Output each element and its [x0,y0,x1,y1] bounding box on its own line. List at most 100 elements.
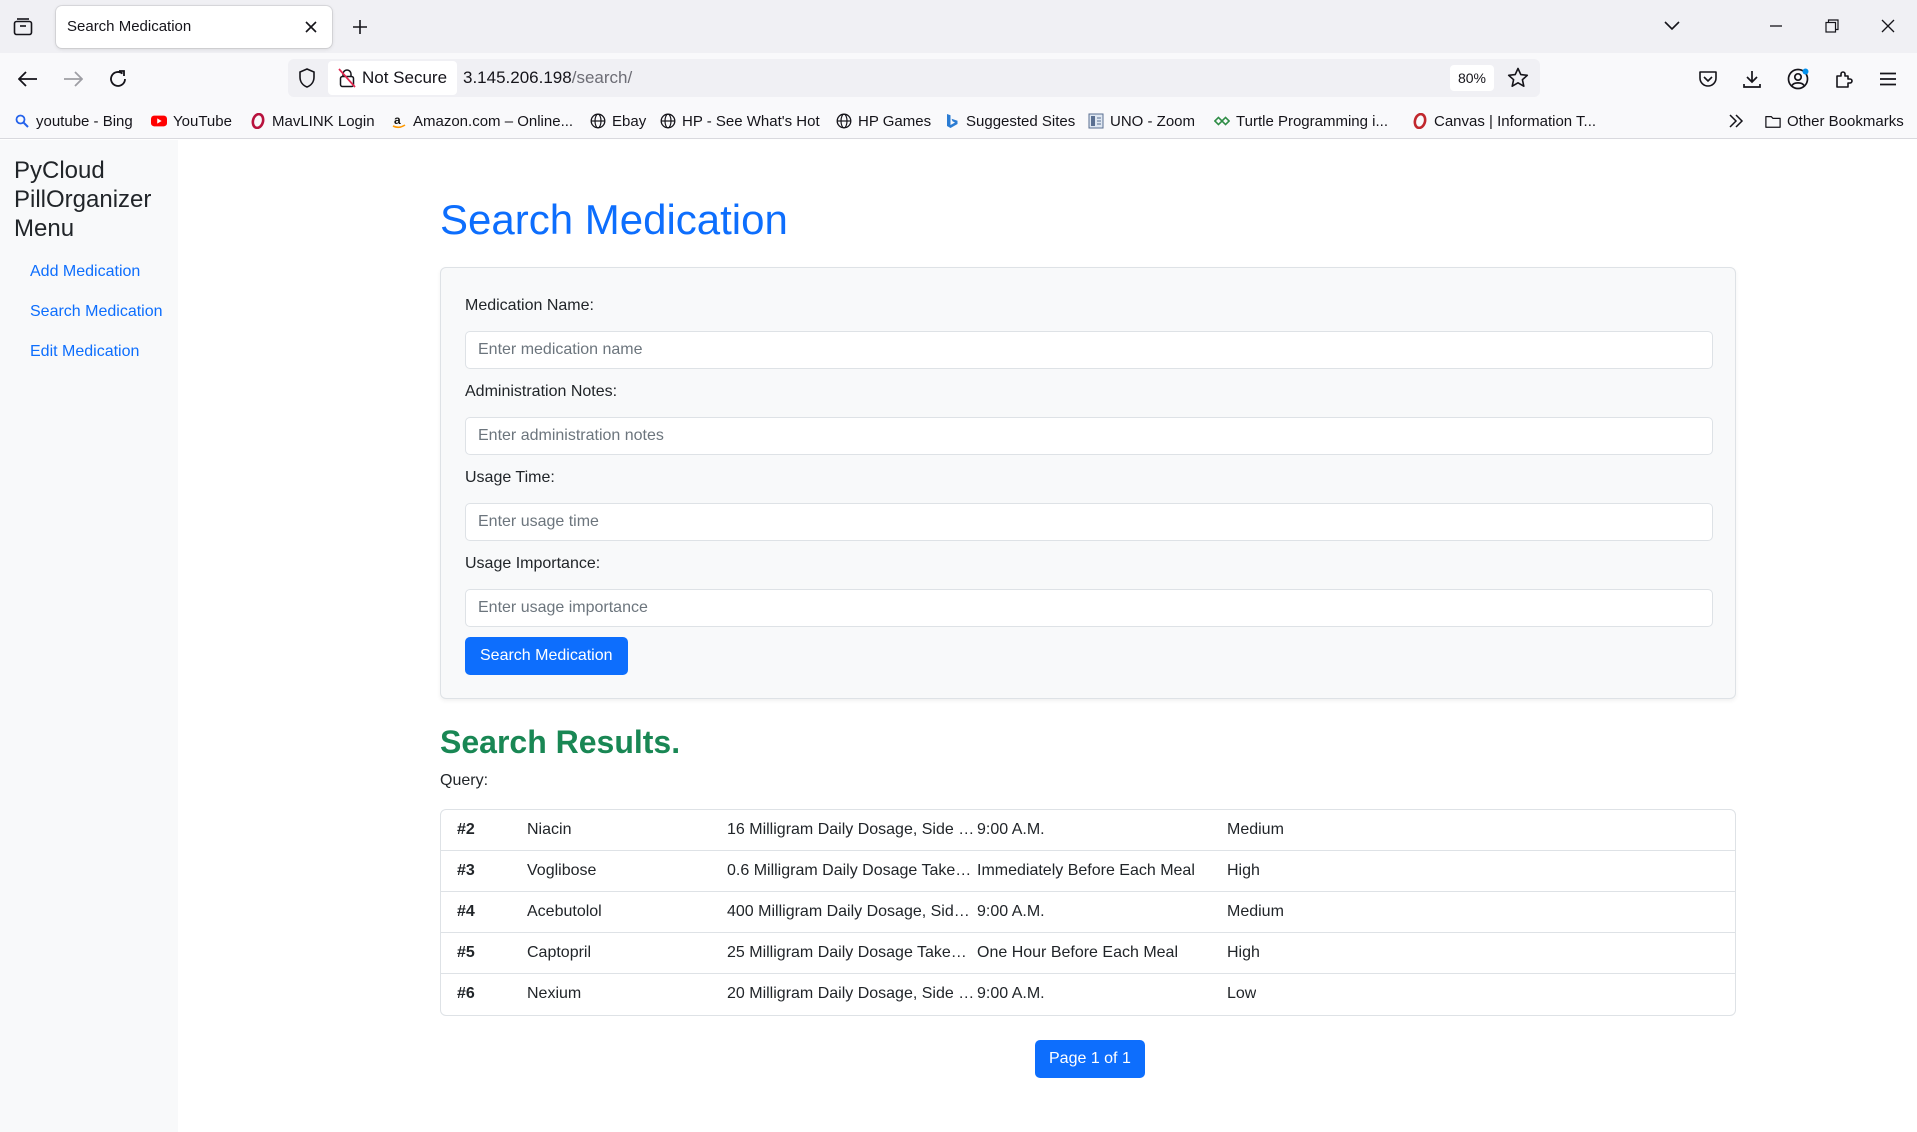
bookmark-ebay[interactable]: Ebay [590,111,646,131]
sidebar: PyCloud PillOrganizer Menu Add Medicatio… [0,140,178,1132]
search-medication-button[interactable]: Search Medication [465,637,628,675]
tab-bar: Search Medication [0,0,1917,53]
minimize-button[interactable] [1762,12,1790,40]
sidebar-link-edit-medication[interactable]: Edit Medication [30,340,170,364]
administration-notes-label: Administration Notes: [465,383,618,400]
url-text[interactable]: 3.145.206.198/search/ [463,68,632,88]
usage-time-group: Usage Time: Enter usage time [465,469,1713,541]
sidebar-link-search-medication[interactable]: Search Medication [30,300,170,324]
table-row[interactable]: #3 Voglibose 0.6 Milligram Daily Dosage … [441,851,1735,892]
chevron-down-icon [1664,21,1680,31]
back-button[interactable] [13,64,43,94]
reload-button[interactable] [103,64,133,94]
usage-importance-label: Usage Importance: [465,555,601,572]
sidebar-brand: PyCloud PillOrganizer Menu [14,157,152,242]
usage-importance-input[interactable]: Enter usage importance [465,589,1713,627]
pagination-button[interactable]: Page 1 of 1 [1035,1040,1145,1078]
shield-icon[interactable] [296,67,318,89]
table-row[interactable]: #5 Captopril 25 Milligram Daily Dosage T… [441,933,1735,974]
sidebar-link-add-medication[interactable]: Add Medication [30,260,170,284]
security-indicator[interactable]: Not Secure [328,61,458,95]
account-button[interactable] [1784,65,1812,93]
turtle-icon [1214,116,1230,126]
extensions-button[interactable] [1830,65,1858,93]
bing-search-icon [15,114,29,128]
bookmark-star-icon[interactable] [1506,66,1530,90]
tab-close-button[interactable] [300,16,322,38]
bookmark-youtube-bing[interactable]: youtube - Bing [14,111,133,131]
app-menu-button[interactable] [1874,65,1902,93]
bookmark-uno-zoom[interactable]: UNO - Zoom [1088,111,1195,131]
row-time: Immediately Before Each Meal [977,862,1195,879]
downloads-button[interactable] [1738,65,1766,93]
row-importance: High [1227,944,1260,961]
administration-notes-input[interactable]: Enter administration notes [465,417,1713,455]
usage-importance-group: Usage Importance: Enter usage importance [465,555,1713,627]
arrow-right-icon [64,71,83,87]
row-name: Acebutolol [527,903,602,920]
bookmark-turtle-programming[interactable]: Turtle Programming i... [1214,111,1388,131]
bing-icon [947,114,958,128]
bookmark-label: Suggested Sites [966,112,1076,130]
zoom-indicator[interactable]: 80% [1450,65,1494,91]
uno-icon [1088,113,1104,129]
bookmark-hp-games[interactable]: HP Games [836,111,931,131]
bookmark-suggested-sites[interactable]: Suggested Sites [944,111,1075,131]
results-list: #2 Niacin 16 Milligram Daily Dosage, Sid… [440,809,1736,1016]
other-bookmarks-label: Other Bookmarks [1787,112,1904,130]
usage-time-input[interactable]: Enter usage time [465,503,1713,541]
plus-icon [353,20,367,34]
row-id: #3 [457,862,475,879]
tab-list-button[interactable] [10,14,36,40]
other-bookmarks[interactable]: Other Bookmarks [1765,111,1904,131]
list-all-tabs-button[interactable] [1658,12,1686,40]
restore-icon [1825,19,1839,33]
row-id: #6 [457,985,475,1002]
mavlink-icon [251,113,265,129]
close-window-button[interactable] [1874,12,1902,40]
row-name: Nexium [527,985,582,1002]
active-tab[interactable]: Search Medication [56,6,332,48]
medication-name-label: Medication Name: [465,297,594,314]
new-tab-button[interactable] [346,13,374,41]
bookmark-canvas[interactable]: Canvas | Information T... [1412,111,1596,131]
url-host: 3.145.206.198 [463,68,572,87]
table-row[interactable]: #2 Niacin 16 Milligram Daily Dosage, Sid… [441,810,1735,851]
row-name: Voglibose [527,862,597,879]
medication-name-input[interactable]: Enter medication name [465,331,1713,369]
bookmark-label: Ebay [612,112,647,130]
row-id: #2 [457,821,475,838]
security-label: Not Secure [362,68,448,87]
medication-name-group: Medication Name: Enter medication name [465,297,1713,369]
row-importance: Low [1227,985,1257,1002]
close-icon [1881,19,1895,33]
arrow-left-icon [18,71,37,87]
row-time: One Hour Before Each Meal [977,944,1178,961]
restore-button[interactable] [1818,12,1846,40]
bookmark-youtube[interactable]: YouTube [151,111,232,131]
pocket-button[interactable] [1694,65,1722,93]
url-bar[interactable]: Not Secure 3.145.206.198/search/ 80% [288,59,1540,97]
row-importance: Medium [1227,821,1284,838]
bookmark-amazon[interactable]: a Amazon.com – Online... [391,111,573,131]
account-icon [1787,68,1809,90]
bookmark-hp-hot[interactable]: HP - See What's Hot [660,111,820,131]
row-notes: 16 Milligram Daily Dosage, Side E... [727,821,975,838]
bookmark-label: Amazon.com – Online... [413,112,574,130]
sidebar-links: Add Medication Search Medication Edit Me… [30,260,170,380]
query-label: Query: [440,772,489,789]
row-name: Captopril [527,944,592,961]
table-row[interactable]: #6 Nexium 20 Milligram Daily Dosage, Sid… [441,974,1735,1015]
row-id: #5 [457,944,475,961]
puzzle-piece-icon [1836,71,1853,88]
bookmark-label: Turtle Programming i... [1236,112,1388,130]
bookmark-label: MavLINK Login [272,112,375,130]
page-title: Search Medication [440,196,788,243]
url-path: /search/ [571,68,633,87]
bookmark-mavlink[interactable]: MavLINK Login [250,111,375,131]
navigation-toolbar: Not Secure 3.145.206.198/search/ 80% [0,53,1917,103]
table-row[interactable]: #4 Acebutolol 400 Milligram Daily Dosage… [441,892,1735,933]
forward-button[interactable] [58,64,88,94]
bookmarks-overflow-button[interactable] [1728,111,1744,131]
folder-icon [1765,115,1781,128]
